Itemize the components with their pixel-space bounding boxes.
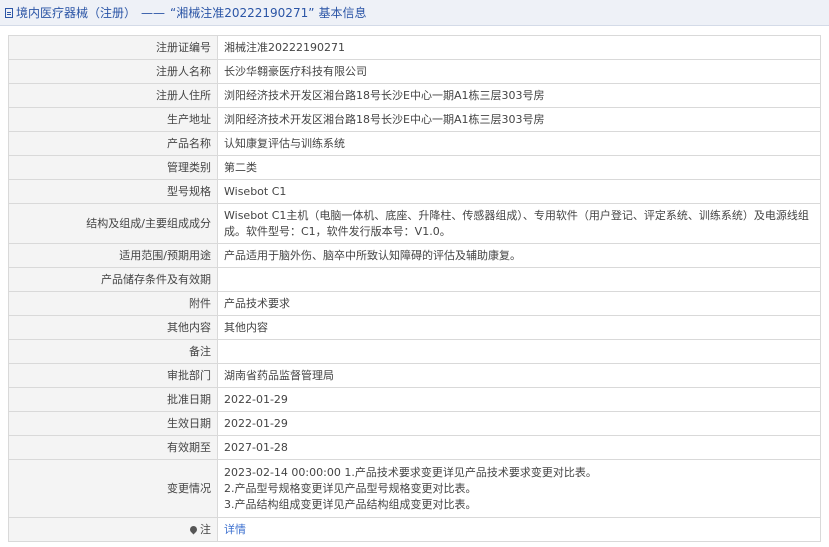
row-registrant-address: 注册人住所 浏阳经济技术开发区湘台路18号长沙E中心一期A1栋三层303号房 <box>8 83 821 108</box>
registrant-address-value: 浏阳经济技术开发区湘台路18号长沙E中心一期A1栋三层303号房 <box>217 83 821 108</box>
detail-link[interactable]: 详情 <box>224 523 246 536</box>
registrant-name-label: 注册人名称 <box>8 59 218 84</box>
row-model-spec: 型号规格 Wisebot C1 <box>8 179 821 204</box>
detail-cell: 详情 <box>217 517 821 542</box>
note-label: 注 <box>200 522 211 536</box>
other-content-label: 其他内容 <box>8 315 218 340</box>
row-remarks: 备注 <box>8 339 821 364</box>
note-label-cell: 注 <box>8 517 218 542</box>
row-approval-dept: 审批部门 湖南省药品监督管理局 <box>8 363 821 388</box>
header-registration-number: “湘械注准20222190271” <box>170 6 315 20</box>
change-history-label: 变更情况 <box>8 459 218 518</box>
storage-conditions-label: 产品储存条件及有效期 <box>8 267 218 292</box>
row-management-class: 管理类别 第二类 <box>8 155 821 180</box>
management-class-value: 第二类 <box>217 155 821 180</box>
approval-date-label: 批准日期 <box>8 387 218 412</box>
registrant-address-label: 注册人住所 <box>8 83 218 108</box>
header-suffix: 基本信息 <box>318 6 367 20</box>
intended-use-value: 产品适用于脑外伤、脑卒中所致认知障碍的评估及辅助康复。 <box>217 243 821 268</box>
approval-dept-value: 湖南省药品监督管理局 <box>217 363 821 388</box>
production-address-value: 浏阳经济技术开发区湘台路18号长沙E中心一期A1栋三层303号房 <box>217 107 821 132</box>
row-approval-date: 批准日期 2022-01-29 <box>8 387 821 412</box>
effective-date-value: 2022-01-29 <box>217 411 821 436</box>
row-reg-number: 注册证编号 湘械注准20222190271 <box>8 35 821 60</box>
attachment-value: 产品技术要求 <box>217 291 821 316</box>
registration-info-table: 注册证编号 湘械注准20222190271 注册人名称 长沙华翱豪医疗科技有限公司 注册… <box>8 35 821 542</box>
change-history-line: 3.产品结构组成变更详见产品结构组成变更对比表。 <box>224 497 477 511</box>
approval-date-value: 2022-01-29 <box>217 387 821 412</box>
row-note-detail: 注详情 <box>8 517 821 542</box>
reg-number-label: 注册证编号 <box>8 35 218 60</box>
structure-composition-value: Wisebot C1主机（电脑一体机、底座、升降柱、传感器组成）、专用软件（用户… <box>217 203 821 244</box>
row-expiry-date: 有效期至 2027-01-28 <box>8 435 821 460</box>
remarks-value <box>217 339 821 364</box>
management-class-label: 管理类别 <box>8 155 218 180</box>
row-attachment: 附件 产品技术要求 <box>8 291 821 316</box>
page-header: 境内医疗器械（注册） —— “湘械注准20222190271” 基本信息 <box>0 0 829 26</box>
effective-date-label: 生效日期 <box>8 411 218 436</box>
storage-conditions-value <box>217 267 821 292</box>
registrant-name-value: 长沙华翱豪医疗科技有限公司 <box>217 59 821 84</box>
structure-composition-label: 结构及组成/主要组成成分 <box>8 203 218 244</box>
expiry-date-label: 有效期至 <box>8 435 218 460</box>
row-storage-conditions: 产品储存条件及有效期 <box>8 267 821 292</box>
product-name-value: 认知康复评估与训练系统 <box>217 131 821 156</box>
other-content-value: 其他内容 <box>217 315 821 340</box>
row-registrant-name: 注册人名称 长沙华翱豪医疗科技有限公司 <box>8 59 821 84</box>
location-pin-icon <box>188 524 199 535</box>
model-spec-label: 型号规格 <box>8 179 218 204</box>
expiry-date-value: 2027-01-28 <box>217 435 821 460</box>
header-category: 境内医疗器械（注册） <box>16 6 137 20</box>
row-effective-date: 生效日期 2022-01-29 <box>8 411 821 436</box>
reg-number-value: 湘械注准20222190271 <box>217 35 821 60</box>
production-address-label: 生产地址 <box>8 107 218 132</box>
row-production-address: 生产地址 浏阳经济技术开发区湘台路18号长沙E中心一期A1栋三层303号房 <box>8 107 821 132</box>
row-structure-composition: 结构及组成/主要组成成分 Wisebot C1主机（电脑一体机、底座、升降柱、传感… <box>8 203 821 244</box>
attachment-label: 附件 <box>8 291 218 316</box>
header-separator: —— <box>141 5 166 20</box>
row-change-history: 变更情况 2023-02-14 00:00:00 1.产品技术要求变更详见产品技术… <box>8 459 821 518</box>
change-history-line: 2.产品型号规格变更详见产品型号规格变更对比表。 <box>224 481 477 495</box>
intended-use-label: 适用范围/预期用途 <box>8 243 218 268</box>
row-product-name: 产品名称 认知康复评估与训练系统 <box>8 131 821 156</box>
row-other-content: 其他内容 其他内容 <box>8 315 821 340</box>
change-history-value: 2023-02-14 00:00:00 1.产品技术要求变更详见产品技术要求变更… <box>217 459 821 518</box>
model-spec-value: Wisebot C1 <box>217 179 821 204</box>
document-icon <box>5 7 13 18</box>
remarks-label: 备注 <box>8 339 218 364</box>
change-history-line: 2023-02-14 00:00:00 1.产品技术要求变更详见产品技术要求变更… <box>224 465 597 479</box>
product-name-label: 产品名称 <box>8 131 218 156</box>
approval-dept-label: 审批部门 <box>8 363 218 388</box>
row-intended-use: 适用范围/预期用途 产品适用于脑外伤、脑卒中所致认知障碍的评估及辅助康复。 <box>8 243 821 268</box>
